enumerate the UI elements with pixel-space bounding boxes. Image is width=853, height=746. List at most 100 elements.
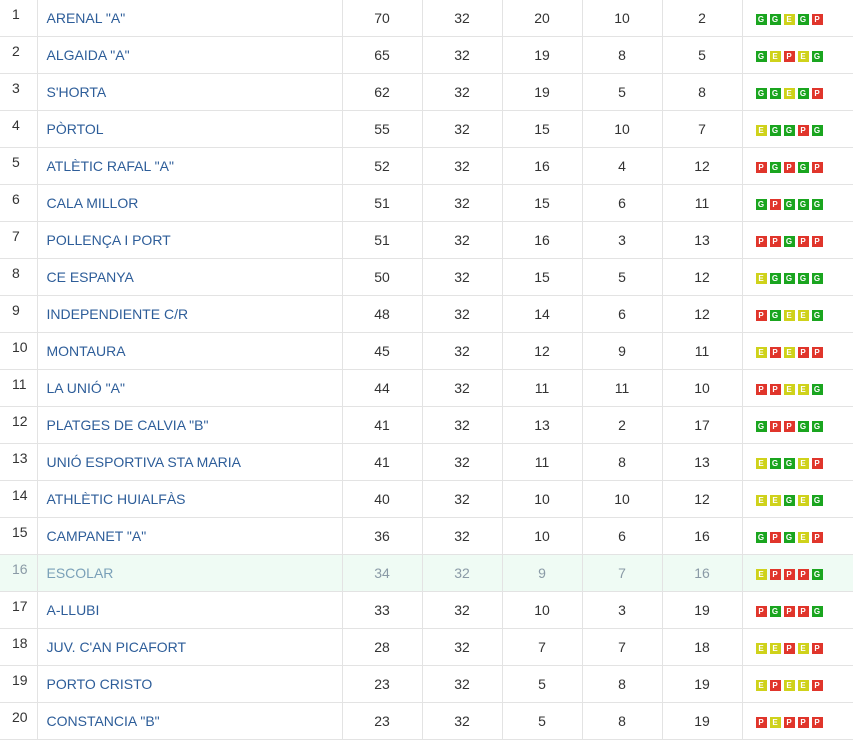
form-badge: G	[755, 531, 767, 543]
drawn-cell: 4	[582, 147, 663, 185]
team-cell[interactable]: INDEPENDIENTE C/R	[37, 295, 343, 333]
team-cell[interactable]: A-LLUBI	[37, 591, 343, 629]
form-badge: E	[797, 679, 809, 691]
won-cell: 9	[502, 554, 583, 592]
form-badge: P	[755, 235, 767, 247]
form-badge: G	[769, 605, 781, 617]
form-badge: E	[755, 568, 767, 580]
drawn-cell: 10	[582, 0, 663, 37]
form-badge: G	[755, 198, 767, 210]
won-cell: 7	[502, 628, 583, 666]
team-name-link[interactable]: LA UNIÓ "A"	[47, 380, 125, 396]
table-row: 5 ATLÈTIC RAFAL "A" 52 32 16 4 12 PGPGP	[0, 147, 853, 185]
form-badge: P	[811, 161, 823, 173]
team-cell[interactable]: ARENAL "A"	[37, 0, 343, 37]
form-badge: P	[783, 642, 795, 654]
table-row: 3 S'HORTA 62 32 19 5 8 GGEGP	[0, 73, 853, 111]
team-name-link[interactable]: PORTO CRISTO	[47, 676, 153, 692]
team-name-link[interactable]: CALA MILLOR	[47, 195, 139, 211]
drawn-cell: 9	[582, 332, 663, 370]
form-badge: P	[811, 87, 823, 99]
team-cell[interactable]: MONTAURA	[37, 332, 343, 370]
form-badge: G	[811, 272, 823, 284]
form-badge: P	[783, 605, 795, 617]
form-badge: E	[797, 383, 809, 395]
position-cell: 10	[0, 332, 38, 370]
team-name-link[interactable]: CONSTANCIA "B"	[47, 713, 160, 729]
drawn-cell: 5	[582, 258, 663, 296]
played-cell: 32	[422, 295, 503, 333]
won-cell: 10	[502, 480, 583, 518]
won-cell: 12	[502, 332, 583, 370]
team-cell[interactable]: CONSTANCIA "B"	[37, 702, 343, 740]
team-name-link[interactable]: ESCOLAR	[47, 565, 114, 581]
team-name-link[interactable]: CE ESPANYA	[47, 269, 134, 285]
table-row: 18 JUV. C'AN PICAFORT 28 32 7 7 18 EEPEP	[0, 628, 853, 666]
team-cell[interactable]: ATLÈTIC RAFAL "A"	[37, 147, 343, 185]
team-name-link[interactable]: PÒRTOL	[47, 121, 104, 137]
form-badge: P	[797, 346, 809, 358]
points-cell: 41	[342, 443, 423, 481]
team-cell[interactable]: JUV. C'AN PICAFORT	[37, 628, 343, 666]
position-cell: 13	[0, 443, 38, 481]
position-cell: 3	[0, 73, 38, 111]
form-badge: P	[755, 383, 767, 395]
form-badge: P	[811, 531, 823, 543]
form-cell: EGGPG	[742, 110, 853, 148]
team-name-link[interactable]: ARENAL "A"	[47, 10, 126, 26]
points-cell: 62	[342, 73, 423, 111]
played-cell: 32	[422, 0, 503, 37]
won-cell: 15	[502, 110, 583, 148]
team-cell[interactable]: LA UNIÓ "A"	[37, 369, 343, 407]
form-badge: P	[769, 531, 781, 543]
points-cell: 34	[342, 554, 423, 592]
won-cell: 15	[502, 258, 583, 296]
points-cell: 40	[342, 480, 423, 518]
team-name-link[interactable]: ALGAIDA "A"	[47, 47, 130, 63]
form-badge: G	[769, 309, 781, 321]
table-row: 14 ATHLÈTIC HUIALFÀS 40 32 10 10 12 EEGE…	[0, 480, 853, 518]
drawn-cell: 6	[582, 184, 663, 222]
team-name-link[interactable]: S'HORTA	[47, 84, 107, 100]
won-cell: 5	[502, 665, 583, 703]
team-cell[interactable]: CE ESPANYA	[37, 258, 343, 296]
form-cell: PGEEG	[742, 295, 853, 333]
team-cell[interactable]: CAMPANET "A"	[37, 517, 343, 555]
form-badge: P	[811, 679, 823, 691]
form-cell: GEPEG	[742, 36, 853, 74]
team-cell[interactable]: POLLENÇA I PORT	[37, 221, 343, 259]
points-cell: 23	[342, 702, 423, 740]
won-cell: 14	[502, 295, 583, 333]
played-cell: 32	[422, 665, 503, 703]
team-cell[interactable]: PLATGES DE CALVIA "B"	[37, 406, 343, 444]
drawn-cell: 6	[582, 295, 663, 333]
form-badge: P	[755, 161, 767, 173]
lost-cell: 10	[662, 369, 743, 407]
position-cell: 7	[0, 221, 38, 259]
form-badge: G	[769, 87, 781, 99]
team-name-link[interactable]: JUV. C'AN PICAFORT	[47, 639, 187, 655]
team-cell[interactable]: S'HORTA	[37, 73, 343, 111]
team-name-link[interactable]: INDEPENDIENTE C/R	[47, 306, 189, 322]
team-cell[interactable]: UNIÓ ESPORTIVA STA MARIA	[37, 443, 343, 481]
team-cell[interactable]: PORTO CRISTO	[37, 665, 343, 703]
team-name-link[interactable]: POLLENÇA I PORT	[47, 232, 171, 248]
team-name-link[interactable]: ATHLÈTIC HUIALFÀS	[47, 491, 186, 507]
form-badge: G	[811, 198, 823, 210]
table-row: 7 POLLENÇA I PORT 51 32 16 3 13 PPGPP	[0, 221, 853, 259]
form-cell: GPGEP	[742, 517, 853, 555]
team-name-link[interactable]: MONTAURA	[47, 343, 126, 359]
points-cell: 50	[342, 258, 423, 296]
team-name-link[interactable]: ATLÈTIC RAFAL "A"	[47, 158, 174, 174]
team-name-link[interactable]: CAMPANET "A"	[47, 528, 147, 544]
played-cell: 32	[422, 147, 503, 185]
form-badge: P	[811, 13, 823, 25]
team-name-link[interactable]: PLATGES DE CALVIA "B"	[47, 417, 209, 433]
team-cell[interactable]: ATHLÈTIC HUIALFÀS	[37, 480, 343, 518]
team-cell[interactable]: ALGAIDA "A"	[37, 36, 343, 74]
team-name-link[interactable]: A-LLUBI	[47, 602, 100, 618]
team-cell[interactable]: ESCOLAR	[37, 554, 343, 592]
team-cell[interactable]: PÒRTOL	[37, 110, 343, 148]
team-name-link[interactable]: UNIÓ ESPORTIVA STA MARIA	[47, 454, 242, 470]
team-cell[interactable]: CALA MILLOR	[37, 184, 343, 222]
